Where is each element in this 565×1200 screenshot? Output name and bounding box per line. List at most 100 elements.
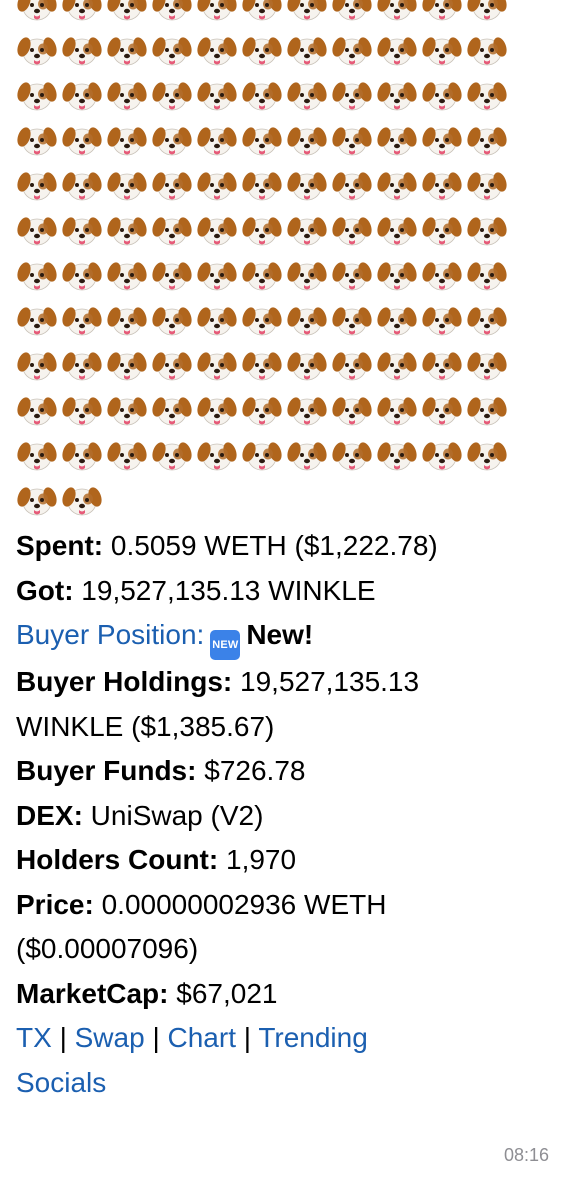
- dog-face-icon: [61, 299, 103, 341]
- dog-face-icon: [106, 29, 148, 71]
- dog-face-icon: [196, 74, 238, 116]
- dog-face-icon: [106, 344, 148, 386]
- dex-value: UniSwap (V2): [82, 799, 264, 831]
- spent-value: 0.5059 WETH ($1,222.78): [103, 530, 438, 561]
- dog-face-icon: [421, 254, 463, 296]
- dog-face-icon: [286, 0, 328, 26]
- dog-face-icon: [106, 74, 148, 116]
- dog-face-icon: [16, 209, 58, 251]
- dog-face-icon: [241, 74, 283, 116]
- message-bubble: Spent: 0.5059 WETH ($1,222.78) Got: 19,5…: [0, 0, 565, 1184]
- marketcap-label: MarketCap:: [16, 977, 169, 1009]
- dog-face-icon: [331, 209, 373, 251]
- dog-face-icon: [421, 164, 463, 206]
- dog-face-icon: [466, 0, 508, 26]
- links-line: TX | Swap | Chart | Trending: [16, 1016, 549, 1061]
- holders-count-value: 1,970: [218, 844, 297, 875]
- dog-face-icon: [466, 29, 508, 71]
- dog-face-icon: [196, 119, 238, 161]
- spent-line: Spent: 0.5059 WETH ($1,222.78): [16, 524, 549, 569]
- got-value: 19,527,135.13 WINKLE: [73, 574, 376, 606]
- dog-face-icon: [241, 164, 283, 206]
- dog-face-icon: [106, 254, 148, 296]
- dog-face-icon: [421, 299, 463, 341]
- dog-face-icon: [106, 0, 148, 26]
- message-timestamp: 08:16: [503, 1145, 549, 1165]
- dog-face-icon: [151, 0, 193, 26]
- dog-face-icon: [241, 29, 283, 71]
- dog-face-icon: [331, 0, 373, 26]
- spent-label: Spent:: [16, 530, 104, 561]
- emoji-grid: [16, 0, 516, 524]
- dog-face-icon: [16, 299, 58, 341]
- dog-face-icon: [151, 29, 193, 71]
- dog-face-icon: [106, 389, 148, 431]
- buyer-position-value: New!: [246, 619, 314, 650]
- chart-link[interactable]: Chart: [168, 1022, 236, 1053]
- dog-face-icon: [241, 254, 283, 296]
- dog-face-icon: [331, 119, 373, 161]
- price-line: Price: 0.00000002936 WETH: [16, 883, 549, 928]
- dog-face-icon: [421, 0, 463, 26]
- dog-face-icon: [196, 389, 238, 431]
- dog-face-icon: [466, 254, 508, 296]
- dog-face-icon: [241, 344, 283, 386]
- marketcap-line: MarketCap: $67,021: [16, 972, 549, 1017]
- socials-link[interactable]: Socials: [16, 1067, 106, 1098]
- dog-face-icon: [16, 119, 58, 161]
- dog-face-icon: [151, 299, 193, 341]
- socials-line: Socials: [16, 1061, 549, 1106]
- dog-face-icon: [151, 74, 193, 116]
- dog-face-icon: [421, 29, 463, 71]
- buyer-funds-value: $726.78: [196, 755, 306, 786]
- dog-face-icon: [286, 119, 328, 161]
- new-badge-icon: NEW: [210, 630, 241, 660]
- buyer-funds-line: Buyer Funds: $726.78: [16, 749, 549, 794]
- dog-face-icon: [151, 209, 193, 251]
- dog-face-icon: [331, 74, 373, 116]
- dog-face-icon: [16, 479, 58, 521]
- buyer-position-link[interactable]: Buyer Position:: [16, 619, 204, 650]
- dog-face-icon: [376, 299, 418, 341]
- dog-face-icon: [376, 0, 418, 26]
- swap-link[interactable]: Swap: [75, 1022, 145, 1053]
- dog-face-icon: [16, 434, 58, 476]
- price-value: 0.00000002936 WETH: [93, 888, 387, 920]
- got-label: Got:: [16, 574, 74, 606]
- dog-face-icon: [106, 119, 148, 161]
- dog-face-icon: [286, 74, 328, 116]
- dog-face-icon: [151, 434, 193, 476]
- dog-face-icon: [376, 29, 418, 71]
- price-line-2: ($0.00007096): [16, 927, 549, 972]
- buyer-holdings-value: 19,527,135.13: [232, 666, 420, 697]
- dog-face-icon: [151, 164, 193, 206]
- dog-face-icon: [466, 119, 508, 161]
- dog-face-icon: [196, 209, 238, 251]
- dog-face-icon: [331, 344, 373, 386]
- dog-face-icon: [466, 434, 508, 476]
- dog-face-icon: [286, 299, 328, 341]
- dog-face-icon: [286, 434, 328, 476]
- dog-face-icon: [196, 0, 238, 26]
- dog-face-icon: [61, 29, 103, 71]
- dog-face-icon: [61, 119, 103, 161]
- dog-face-icon: [376, 344, 418, 386]
- trending-link[interactable]: Trending: [258, 1022, 367, 1053]
- dog-face-icon: [331, 254, 373, 296]
- dog-face-icon: [331, 389, 373, 431]
- holders-count-label: Holders Count:: [16, 844, 219, 875]
- holders-count-line: Holders Count: 1,970: [16, 838, 549, 883]
- dog-face-icon: [196, 434, 238, 476]
- dog-face-icon: [151, 254, 193, 296]
- dog-face-icon: [421, 209, 463, 251]
- marketcap-value: $67,021: [168, 977, 278, 1009]
- dog-face-icon: [61, 434, 103, 476]
- dog-face-icon: [196, 29, 238, 71]
- dog-face-icon: [61, 479, 103, 521]
- dog-face-icon: [331, 434, 373, 476]
- got-line: Got: 19,527,135.13 WINKLE: [16, 569, 549, 614]
- tx-link[interactable]: TX: [16, 1022, 52, 1053]
- buyer-funds-label: Buyer Funds:: [16, 755, 197, 786]
- dog-face-icon: [376, 254, 418, 296]
- dog-face-icon: [286, 209, 328, 251]
